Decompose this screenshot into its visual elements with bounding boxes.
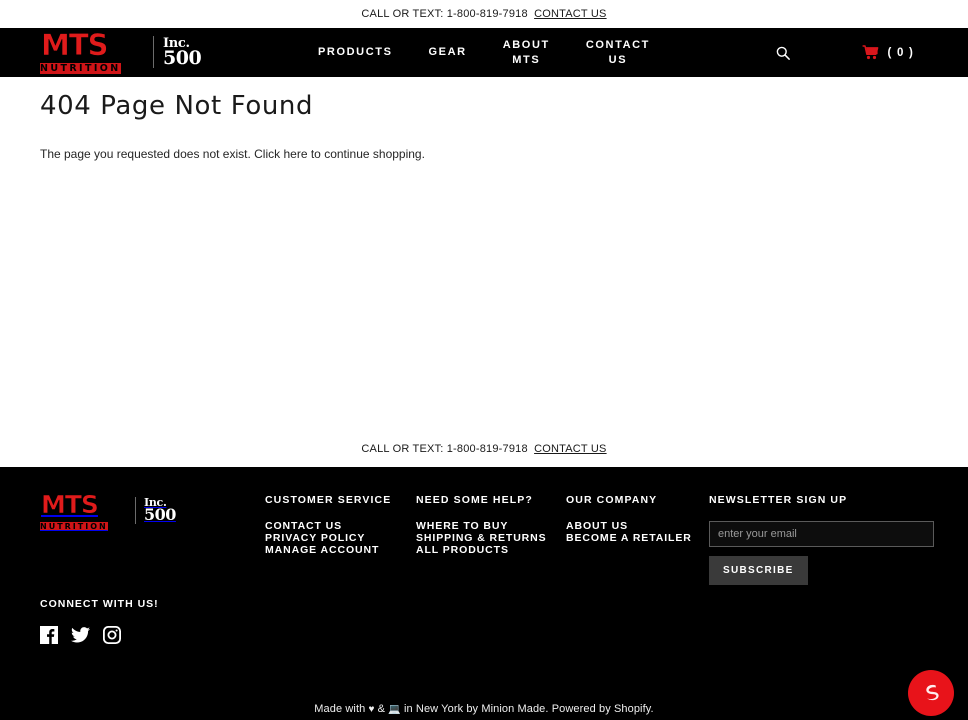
footer-heading-customer-service: CUSTOMER SERVICE: [265, 494, 392, 506]
footer-links-need-some-help: WHERE TO BUY SHIPPING & RETURNS ALL PROD…: [416, 520, 547, 557]
site-header: MTS NUTRITION Inc. 500 PRODUCTS GEAR ABO…: [0, 28, 968, 77]
cart-item-count: ( 0 ): [887, 46, 914, 59]
footer-link-become-a-retailer[interactable]: BECOME A RETAILER: [566, 532, 692, 545]
credit-mid: &: [374, 703, 389, 715]
nav-item-contact-us[interactable]: CONTACT US: [568, 38, 668, 68]
mts-logo-mark: MTS NUTRITION: [40, 28, 150, 74]
footer-column-need-some-help: NEED SOME HELP? WHERE TO BUY SHIPPING & …: [416, 494, 547, 557]
main-content: 404 Page Not Found The page you requeste…: [0, 77, 968, 431]
footer-announcement-contact-link[interactable]: CONTACT US: [534, 443, 607, 455]
announcement-contact-link[interactable]: CONTACT US: [534, 8, 607, 20]
footer-logo[interactable]: MTS NUTRITION Inc. 500: [40, 490, 176, 531]
credit-prefix: Made with: [314, 703, 369, 715]
footer-links-customer-service: CONTACT US PRIVACY POLICY MANAGE ACCOUNT: [265, 520, 391, 557]
credit-maker-link[interactable]: Minion Made: [481, 703, 545, 715]
logo-500-text: 500: [163, 46, 202, 69]
logo-nutrition-text: NUTRITION: [40, 63, 121, 74]
cart-link[interactable]: ( 0 ): [862, 45, 914, 60]
newsletter-email-input[interactable]: [709, 521, 934, 547]
announcement-text: CALL OR TEXT: 1-800-819-7918: [361, 8, 528, 20]
footer-column-our-company: OUR COMPANY ABOUT US BECOME A RETAILER: [566, 494, 692, 545]
nav-item-gear[interactable]: GEAR: [411, 45, 485, 60]
logo-divider: [153, 36, 154, 68]
search-button[interactable]: [776, 46, 790, 60]
site-footer: MTS NUTRITION Inc. 500 CUSTOMER SERVICE …: [0, 467, 968, 720]
top-announcement-bar: CALL OR TEXT: 1-800-819-7918 CONTACT US: [0, 0, 968, 28]
site-logo[interactable]: MTS NUTRITION Inc. 500: [40, 26, 202, 78]
page-body-text: The page you requested does not exist. C…: [40, 145, 928, 163]
logo-mts-text: MTS: [41, 28, 109, 62]
social-link-facebook[interactable]: [40, 626, 58, 644]
newsletter-form: SUBSCRIBE: [709, 521, 939, 585]
footer-inner: MTS NUTRITION Inc. 500 CUSTOMER SERVICE …: [0, 467, 968, 720]
credit-powered-prefix: . Powered by: [545, 703, 614, 715]
footer-logo-500-text: 500: [144, 505, 176, 524]
subscribe-button[interactable]: SUBSCRIBE: [709, 556, 808, 585]
list-item: BECOME A RETAILER: [566, 532, 692, 545]
footer-logo-divider: [135, 496, 136, 524]
footer-credit-line: Made with ♥ & 💻 in New York by Minion Ma…: [0, 703, 968, 715]
credit-period: .: [650, 703, 654, 715]
nav-item-about-mts[interactable]: ABOUT MTS: [485, 38, 568, 68]
footer-link-all-products[interactable]: ALL PRODUCTS: [416, 544, 547, 557]
social-links-row: [40, 625, 159, 645]
chat-widget-button[interactable]: [908, 670, 954, 716]
footer-announcement-bar: CALL OR TEXT: 1-800-819-7918 CONTACT US: [0, 431, 968, 467]
footer-logo-nutrition-text: NUTRITION: [40, 522, 108, 531]
connect-with-us-block: CONNECT WITH US!: [40, 598, 159, 645]
footer-heading-need-some-help: NEED SOME HELP?: [416, 494, 533, 506]
page-title: 404 Page Not Found: [40, 91, 314, 121]
main-navigation: PRODUCTS GEAR ABOUT MTS CONTACT US: [300, 28, 668, 77]
page-body-before: The page you requested does not exist. C…: [40, 147, 284, 161]
social-link-twitter[interactable]: [71, 626, 90, 644]
connect-with-us-heading: CONNECT WITH US!: [40, 598, 159, 610]
credit-shopify-link[interactable]: Shopify: [614, 703, 651, 715]
footer-announcement-text: CALL OR TEXT: 1-800-819-7918: [361, 443, 528, 455]
social-link-instagram[interactable]: [102, 625, 122, 645]
facebook-icon: [40, 626, 58, 644]
computer-icon: 💻: [388, 704, 401, 715]
instagram-icon: [102, 625, 122, 645]
nav-item-products[interactable]: PRODUCTS: [300, 45, 411, 60]
inc-500-badge: Inc. 500: [163, 37, 202, 69]
footer-inc-500-badge: Inc. 500: [144, 497, 176, 523]
footer-heading-our-company: OUR COMPANY: [566, 494, 658, 506]
list-item: MANAGE ACCOUNT: [265, 544, 391, 557]
shopping-cart-icon: [862, 45, 878, 60]
footer-mts-logo-mark: MTS NUTRITION: [40, 490, 132, 531]
credit-suffix: in New York by: [400, 703, 482, 715]
header-actions: ( 0 ): [776, 28, 968, 77]
footer-links-our-company: ABOUT US BECOME A RETAILER: [566, 520, 692, 545]
chat-bubble-icon: [926, 684, 939, 701]
page-body-after: to continue shopping.: [307, 147, 425, 161]
footer-logo-mts-text: MTS: [41, 490, 100, 519]
continue-shopping-link[interactable]: here: [283, 147, 307, 161]
twitter-icon: [71, 627, 90, 643]
footer-column-newsletter: NEWSLETTER SIGN UP SUBSCRIBE: [709, 494, 939, 585]
list-item: ALL PRODUCTS: [416, 544, 547, 557]
footer-column-customer-service: CUSTOMER SERVICE CONTACT US PRIVACY POLI…: [265, 494, 391, 557]
footer-heading-newsletter: NEWSLETTER SIGN UP: [709, 494, 848, 506]
footer-link-manage-account[interactable]: MANAGE ACCOUNT: [265, 544, 391, 557]
search-icon: [776, 46, 790, 60]
